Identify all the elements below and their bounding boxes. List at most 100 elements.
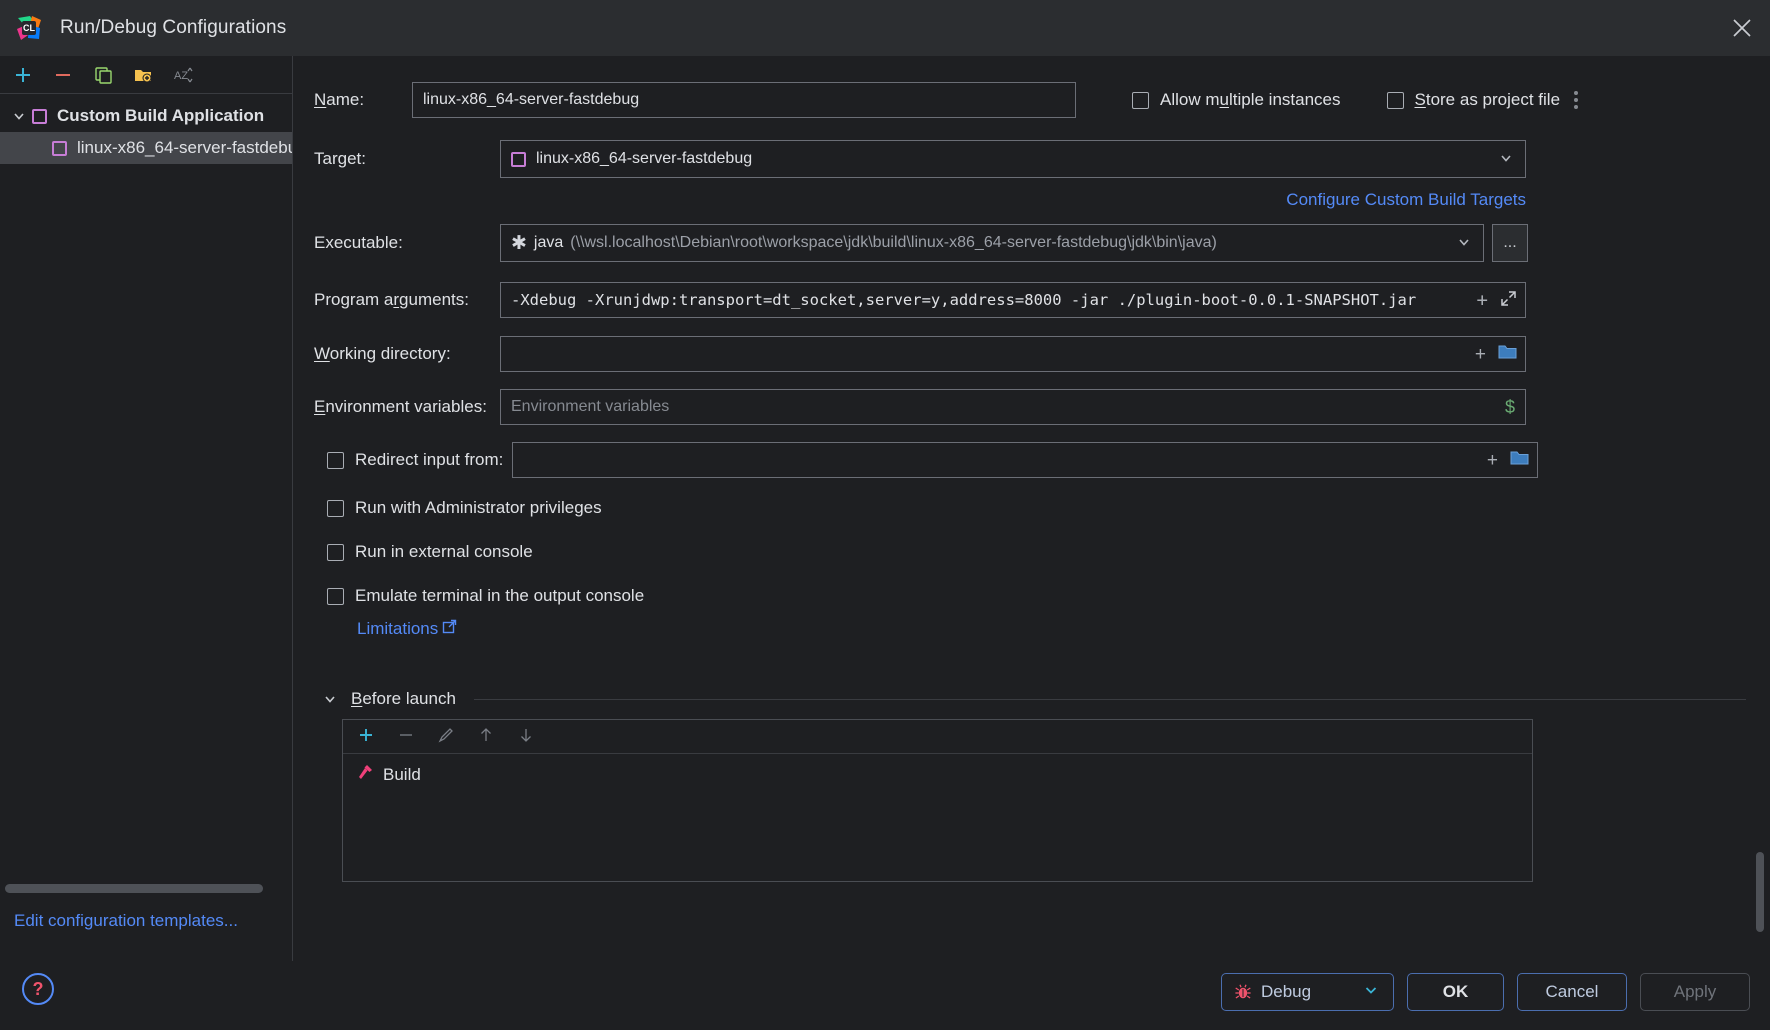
insert-macro-icon[interactable]: + bbox=[1475, 345, 1486, 364]
insert-macro-icon[interactable]: + bbox=[1477, 290, 1488, 310]
working-directory-input[interactable]: + bbox=[500, 336, 1526, 372]
allow-multiple-instances-checkbox[interactable]: Allow multiple instances bbox=[1132, 90, 1341, 110]
ok-button[interactable]: OK bbox=[1407, 973, 1504, 1011]
name-label: Name: bbox=[314, 90, 365, 109]
name-row: Name: linux-x86_64-server-fastdebug Allo… bbox=[314, 82, 1752, 118]
checkbox-box[interactable] bbox=[327, 543, 344, 561]
allow-multiple-instances-label: Allow multiple instances bbox=[1160, 90, 1341, 109]
add-configuration-button[interactable] bbox=[12, 64, 34, 86]
checkbox-box[interactable] bbox=[1386, 91, 1404, 109]
section-divider bbox=[473, 698, 1746, 700]
dialog-button-bar: ? Debug OK Cancel Apply bbox=[0, 961, 1770, 1030]
checkbox-box[interactable] bbox=[327, 451, 344, 469]
checkbox-box[interactable] bbox=[327, 587, 344, 605]
before-launch-item-label: Build bbox=[383, 764, 421, 784]
hammer-icon bbox=[356, 763, 374, 786]
redirect-input-label: Redirect input from: bbox=[355, 450, 504, 469]
remove-configuration-button[interactable] bbox=[52, 64, 74, 86]
dollar-icon[interactable]: $ bbox=[1505, 397, 1515, 418]
debug-button[interactable]: Debug bbox=[1221, 973, 1394, 1011]
name-input[interactable]: linux-x86_64-server-fastdebug bbox=[412, 82, 1076, 118]
close-icon[interactable] bbox=[1714, 0, 1770, 56]
options-checkbox-group: Run with Administrator privileges Run in… bbox=[314, 498, 1752, 606]
clion-icon: CL bbox=[14, 13, 44, 43]
target-label: Target: bbox=[314, 149, 366, 168]
checkbox-box[interactable] bbox=[1132, 91, 1149, 109]
custom-build-icon bbox=[32, 108, 47, 124]
configurations-panel: AZ Custom Build Application linux-x86_64… bbox=[0, 56, 293, 961]
program-arguments-value: -Xdebug -Xrunjdwp:transport=dt_socket,se… bbox=[511, 291, 1417, 309]
horizontal-scrollbar[interactable] bbox=[5, 884, 263, 893]
target-value: linux-x86_64-server-fastdebug bbox=[536, 150, 753, 167]
program-arguments-input[interactable]: -Xdebug -Xrunjdwp:transport=dt_socket,se… bbox=[500, 282, 1526, 318]
configurations-tree: Custom Build Application linux-x86_64-se… bbox=[0, 94, 292, 164]
svg-text:CL: CL bbox=[23, 23, 35, 33]
svg-text:AZ: AZ bbox=[174, 70, 188, 82]
checkbox-box[interactable] bbox=[327, 499, 344, 517]
before-launch-item-build[interactable]: Build bbox=[343, 754, 1532, 786]
environment-variables-input[interactable]: Environment variables $ bbox=[500, 389, 1526, 425]
store-as-project-file-checkbox[interactable]: Store as project file bbox=[1386, 90, 1561, 110]
chevron-down-icon[interactable] bbox=[321, 690, 339, 708]
before-launch-section: Before launch Build bbox=[314, 689, 1752, 882]
configurations-toolbar: AZ bbox=[0, 56, 292, 94]
edit-configuration-templates-link[interactable]: Edit configuration templates... bbox=[14, 911, 238, 931]
configuration-icon bbox=[52, 140, 67, 156]
redirect-input-row: Redirect input from: + bbox=[314, 442, 1752, 478]
tree-group-custom-build-application[interactable]: Custom Build Application bbox=[0, 100, 292, 132]
sort-alphabetically-button[interactable]: AZ bbox=[172, 64, 194, 86]
working-directory-label: Working directory: bbox=[314, 344, 451, 363]
expand-editor-icon[interactable] bbox=[1500, 290, 1517, 311]
program-arguments-row: Program arguments: -Xdebug -Xrunjdwp:tra… bbox=[314, 282, 1752, 318]
run-in-external-console-checkbox[interactable]: Run in external console bbox=[327, 542, 1752, 562]
dialog-title: Run/Debug Configurations bbox=[60, 17, 287, 38]
more-options-icon[interactable] bbox=[1574, 91, 1579, 109]
before-launch-title: Before launch bbox=[351, 689, 456, 708]
run-as-administrator-checkbox[interactable]: Run with Administrator privileges bbox=[327, 498, 1752, 518]
new-folder-button[interactable] bbox=[132, 64, 154, 86]
executable-label: Executable: bbox=[314, 233, 403, 252]
executable-name: java bbox=[533, 234, 564, 251]
executable-combobox[interactable]: ✱ java (\\wsl.localhost\Debian\root\work… bbox=[500, 224, 1484, 262]
help-icon[interactable]: ? bbox=[22, 973, 54, 1005]
chevron-down-icon[interactable] bbox=[10, 107, 28, 125]
move-task-down-button bbox=[517, 726, 535, 748]
target-combobox[interactable]: linux-x86_64-server-fastdebug bbox=[500, 140, 1526, 178]
cancel-button[interactable]: Cancel bbox=[1517, 973, 1627, 1011]
before-launch-header[interactable]: Before launch bbox=[321, 689, 1752, 709]
chevron-down-icon[interactable] bbox=[1457, 235, 1471, 252]
move-task-up-button bbox=[477, 726, 495, 748]
external-link-icon bbox=[442, 619, 457, 639]
chevron-down-icon[interactable] bbox=[1363, 982, 1379, 1003]
add-task-button[interactable] bbox=[357, 726, 375, 748]
before-launch-task-list: Build bbox=[342, 719, 1533, 882]
run-as-administrator-label: Run with Administrator privileges bbox=[355, 498, 602, 517]
limitations-label: Limitations bbox=[357, 619, 439, 638]
executable-browse-button[interactable]: ... bbox=[1492, 224, 1528, 262]
chevron-down-icon[interactable] bbox=[1499, 151, 1513, 168]
insert-macro-icon[interactable]: + bbox=[1487, 451, 1498, 470]
redirect-input-path-input[interactable]: + bbox=[512, 442, 1538, 478]
executable-path: (\\wsl.localhost\Debian\root\workspace\j… bbox=[570, 234, 1217, 251]
folder-icon[interactable] bbox=[1498, 343, 1517, 365]
environment-variables-label: Environment variables: bbox=[314, 397, 487, 416]
bug-icon bbox=[1234, 983, 1252, 1001]
title-bar: CL Run/Debug Configurations bbox=[0, 0, 1770, 56]
target-row: Target: linux-x86_64-server-fastdebug bbox=[314, 140, 1752, 178]
tree-item-linux-x86-64-server-fastdebug[interactable]: linux-x86_64-server-fastdebug bbox=[0, 132, 292, 164]
limitations-link[interactable]: Limitations bbox=[357, 619, 457, 639]
configure-custom-build-targets-link[interactable]: Configure Custom Build Targets bbox=[314, 190, 1526, 210]
executable-row: Executable: ✱ java (\\wsl.localhost\Debi… bbox=[314, 224, 1752, 262]
program-arguments-label: Program arguments: bbox=[314, 290, 469, 309]
folder-icon[interactable] bbox=[1510, 449, 1529, 471]
emulate-terminal-checkbox[interactable]: Emulate terminal in the output console bbox=[327, 586, 1752, 606]
environment-variables-placeholder: Environment variables bbox=[511, 398, 670, 415]
store-as-project-file-label: Store as project file bbox=[1414, 90, 1561, 109]
run-in-external-console-label: Run in external console bbox=[355, 542, 533, 561]
asterisk-icon: ✱ bbox=[511, 232, 527, 254]
redirect-input-checkbox[interactable]: Redirect input from: bbox=[314, 450, 512, 470]
copy-configuration-button[interactable] bbox=[92, 64, 114, 86]
emulate-terminal-label: Emulate terminal in the output console bbox=[355, 586, 645, 605]
form-vertical-scrollbar[interactable] bbox=[1756, 62, 1764, 942]
target-icon bbox=[511, 151, 526, 167]
